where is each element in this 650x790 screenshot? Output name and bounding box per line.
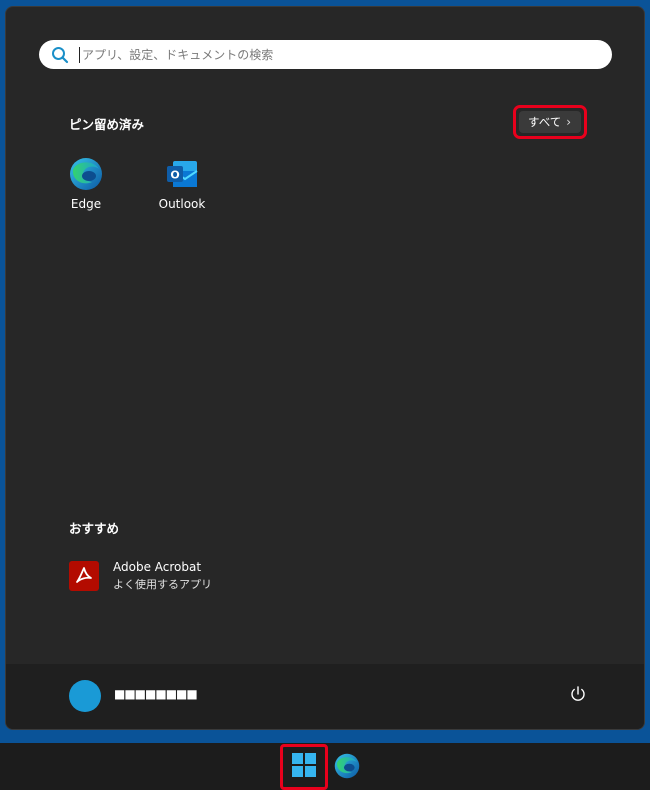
taskbar-edge-button[interactable] xyxy=(334,753,360,779)
user-avatar[interactable] xyxy=(69,680,101,712)
acrobat-icon xyxy=(69,561,99,591)
search-input[interactable] xyxy=(82,47,612,62)
recommended-item-name: Adobe Acrobat xyxy=(113,560,202,574)
start-button[interactable] xyxy=(280,744,328,790)
windows-logo-icon xyxy=(292,753,316,781)
all-apps-button-label: すべて xyxy=(528,115,562,129)
search-icon xyxy=(51,46,69,64)
start-menu-footer: ■■■■■■■■ xyxy=(6,664,644,729)
start-menu: ピン留め済み すべて › xyxy=(5,6,645,730)
all-apps-button[interactable]: すべて › xyxy=(513,105,587,139)
edge-icon xyxy=(69,157,103,191)
recommended-item-acrobat[interactable]: Adobe Acrobat よく使用するアプリ xyxy=(69,560,212,592)
power-button[interactable] xyxy=(566,684,590,708)
recommended-item-subtitle: よく使用するアプリ xyxy=(113,578,212,591)
chevron-right-icon: › xyxy=(566,115,571,129)
power-icon xyxy=(569,685,587,707)
edge-icon xyxy=(334,753,360,783)
recommended-section-title: おすすめ xyxy=(69,521,120,536)
text-caret xyxy=(79,46,80,63)
search-box[interactable] xyxy=(39,40,612,69)
pinned-section-title: ピン留め済み xyxy=(69,117,145,132)
outlook-icon: O xyxy=(165,157,199,191)
svg-text:O: O xyxy=(170,169,179,182)
user-name[interactable]: ■■■■■■■■ xyxy=(114,687,198,701)
pinned-app-label: Edge xyxy=(70,197,102,211)
pinned-app-edge[interactable]: Edge xyxy=(46,157,126,211)
pinned-app-outlook[interactable]: O Outlook xyxy=(142,157,222,211)
taskbar xyxy=(0,743,650,790)
pinned-app-label: Outlook xyxy=(158,197,206,211)
